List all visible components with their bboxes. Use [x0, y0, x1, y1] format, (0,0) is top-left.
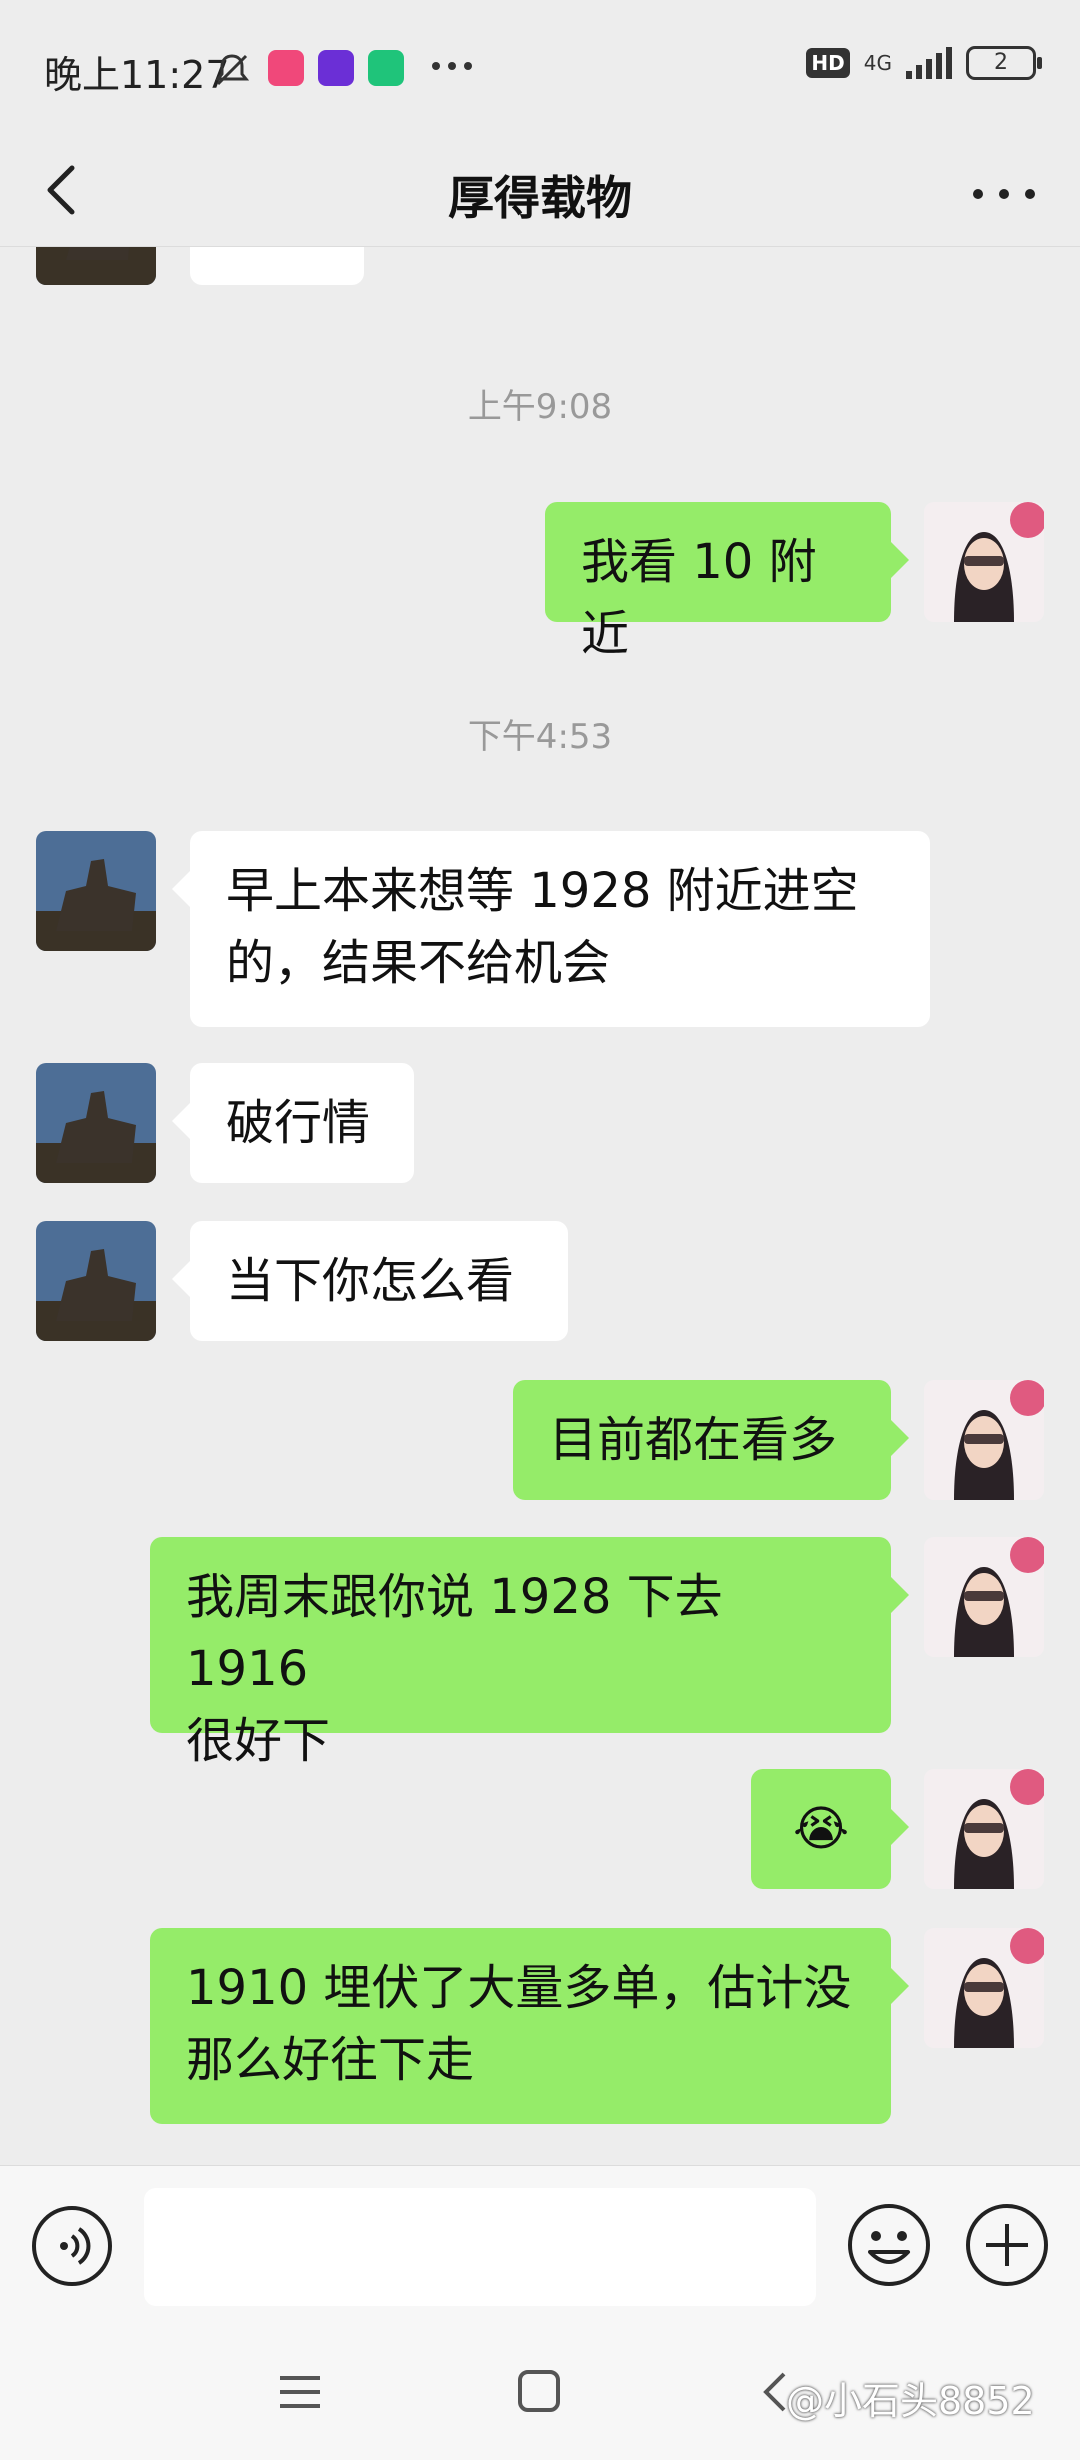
message-bubble-self-emoji[interactable]: 😭 [751, 1769, 909, 1889]
message-bubble-self[interactable]: 我看 10 附近 [545, 502, 909, 662]
battery-indicator: 2 [966, 46, 1042, 80]
emoji-icon[interactable] [846, 2202, 932, 2288]
contact-avatar[interactable] [36, 831, 156, 951]
home-icon[interactable] [514, 2366, 564, 2416]
signal-icon [906, 47, 952, 79]
voice-icon[interactable] [30, 2204, 114, 2288]
contact-avatar[interactable] [36, 1221, 156, 1341]
message-line: 我周末跟你说 1928 下去 1916 [186, 1569, 723, 1697]
self-avatar[interactable] [924, 502, 1044, 622]
self-avatar[interactable] [924, 1537, 1044, 1657]
plus-icon[interactable] [964, 2202, 1050, 2288]
more-notifications-icon [432, 62, 472, 70]
app-notification-icon [368, 50, 404, 86]
message-input[interactable] [144, 2188, 816, 2306]
message-bubble-self[interactable]: 目前都在看多 [513, 1380, 909, 1500]
self-avatar[interactable] [924, 1928, 1044, 2048]
network-type: 4G [863, 51, 892, 75]
app-notification-icon [318, 50, 354, 86]
status-time: 晚上11:27 [44, 53, 230, 97]
self-avatar[interactable] [924, 1380, 1044, 1500]
message-bubble-contact[interactable]: 当下你怎么看 [172, 1221, 568, 1341]
message-line: 很好下 [186, 1713, 331, 1769]
message-bubble-self[interactable]: 我周末跟你说 1928 下去 1916 很好下 [150, 1537, 909, 1769]
message-line: 的，结果不给机会 [226, 935, 611, 991]
message-bubble-contact[interactable]: 早上本来想等 1928 附近进空 的，结果不给机会 [172, 831, 930, 1027]
timestamp: 上午9:08 [467, 387, 613, 427]
message-line: 那么好往下走 [186, 2032, 475, 2088]
more-dots-icon[interactable] [964, 164, 1044, 224]
watermark: @小石头8852 [786, 2379, 1035, 2423]
status-bar: 晚上11:27 HD 4G 2 [0, 0, 1080, 136]
message-bubble-partial[interactable]: 行吧 [190, 247, 364, 285]
message-bubble-contact[interactable]: 破行情 [172, 1063, 414, 1183]
system-navigation-bar: @小石头8852 [0, 2326, 1080, 2460]
contact-avatar[interactable] [36, 247, 156, 285]
message-bubble-self[interactable]: 1910 埋伏了大量多单，估计没 那么好往下走 [150, 1928, 909, 2124]
input-bar [0, 2165, 1080, 2326]
message-line: 1910 埋伏了大量多单，估计没 [186, 1960, 852, 2016]
chat-header: 厚得载物 [0, 136, 1080, 247]
message-line: 早上本来想等 1928 附近进空 [226, 863, 859, 919]
timestamp: 下午4:53 [467, 717, 613, 757]
hd-badge: HD [806, 48, 850, 78]
contact-avatar[interactable] [36, 1063, 156, 1183]
menu-icon[interactable] [278, 2370, 322, 2414]
message-list[interactable]: 行吧 上午9:08 我看 10 附近 下午4:53 早上本来想等 1928 附近… [0, 247, 1080, 2165]
chat-title: 厚得载物 [448, 171, 632, 225]
mute-bell-icon [214, 54, 250, 86]
self-avatar[interactable] [924, 1769, 1044, 1889]
app-notification-icon [268, 50, 304, 86]
